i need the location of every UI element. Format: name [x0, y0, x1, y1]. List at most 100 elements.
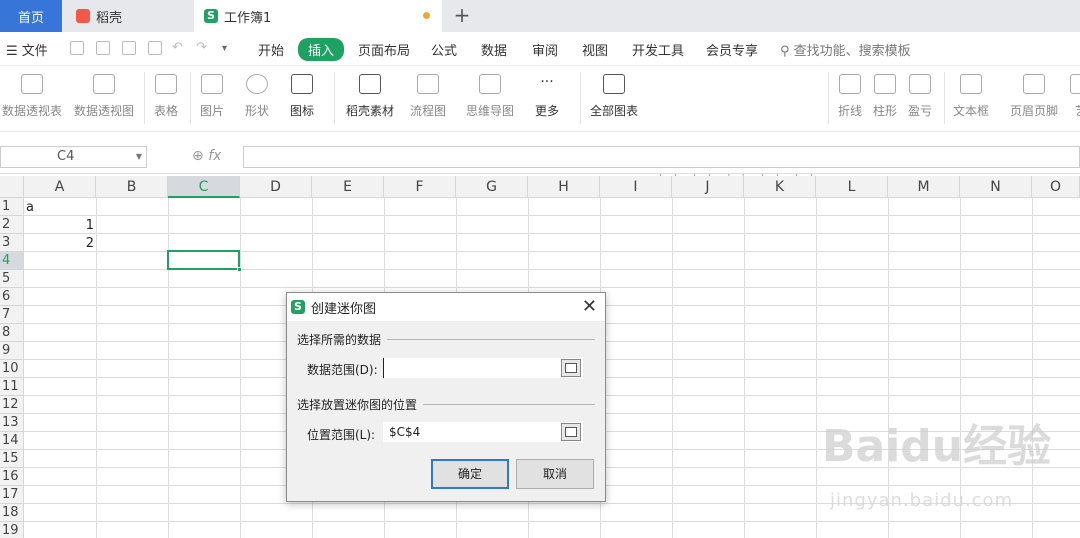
cancel-button[interactable]: 取消: [516, 459, 594, 489]
redo-icon[interactable]: ↷: [196, 40, 207, 55]
menu-item-page-layout[interactable]: 页面布局: [358, 40, 410, 59]
cell-a3[interactable]: 2: [26, 235, 94, 253]
row-header-15[interactable]: 15: [0, 450, 24, 468]
column-header-k[interactable]: K: [744, 176, 816, 198]
menu-item-start[interactable]: 开始: [258, 40, 284, 59]
row-header-9[interactable]: 9: [0, 342, 24, 360]
menu-item-review[interactable]: 审阅: [532, 40, 558, 59]
quick-access-dropdown-icon[interactable]: ▾: [222, 43, 227, 54]
select-all-corner[interactable]: [0, 176, 24, 198]
row-header-5[interactable]: 5: [0, 270, 24, 288]
mindmap-icon: [479, 74, 501, 94]
column-header-h[interactable]: H: [528, 176, 600, 198]
gridline: [24, 521, 1080, 522]
shape-button[interactable]: 形状: [245, 70, 269, 119]
close-icon[interactable]: ✕: [582, 296, 597, 317]
column-header-b[interactable]: B: [96, 176, 168, 198]
column-header-j[interactable]: J: [672, 176, 744, 198]
row-header-2[interactable]: 2: [0, 216, 24, 234]
column-header-d[interactable]: D: [240, 176, 312, 198]
feature-search[interactable]: ⚲ 查找功能、搜索模板: [780, 40, 911, 59]
column-header-m[interactable]: M: [888, 176, 960, 198]
column-header-g[interactable]: G: [456, 176, 528, 198]
active-cell-c4[interactable]: [167, 250, 242, 272]
export-icon[interactable]: [96, 41, 110, 55]
row-header-18[interactable]: 18: [0, 504, 24, 522]
row-header-19[interactable]: 19: [0, 522, 24, 538]
fill-handle[interactable]: [237, 267, 242, 272]
tab-home[interactable]: 首页: [0, 0, 62, 32]
row-header-7[interactable]: 7: [0, 306, 24, 324]
formula-input[interactable]: [243, 146, 1080, 168]
row-header-4[interactable]: 4: [0, 252, 24, 270]
all-charts-button[interactable]: 全部图表: [590, 70, 638, 119]
tab-workbook[interactable]: S 工作簿1: [194, 0, 442, 32]
name-box-dropdown-icon[interactable]: ▼: [136, 147, 142, 167]
location-range-input[interactable]: $C$4: [383, 422, 583, 442]
cell-a1[interactable]: a: [26, 199, 34, 217]
new-tab-button[interactable]: +: [450, 3, 474, 27]
sparkline-column-button[interactable]: 柱形: [873, 70, 897, 119]
preview-icon[interactable]: [148, 41, 162, 55]
menu-item-developer[interactable]: 开发工具: [632, 40, 684, 59]
row-header-16[interactable]: 16: [0, 468, 24, 486]
dialog-titlebar: S 创建迷你图: [287, 293, 605, 321]
pivot-chart-button[interactable]: 数据透视图: [74, 70, 134, 119]
art-text-button[interactable]: 艺: [1070, 70, 1080, 119]
header-footer-button[interactable]: 页眉页脚: [1010, 70, 1058, 119]
sparkline-winloss-button[interactable]: 盈亏: [908, 70, 932, 119]
table-button[interactable]: 表格: [154, 70, 178, 119]
range-picker-icon[interactable]: [561, 423, 581, 441]
column-header-n[interactable]: N: [960, 176, 1032, 198]
undo-icon[interactable]: ↶: [172, 40, 183, 55]
unsaved-dot: [423, 12, 430, 19]
table-icon: [155, 74, 177, 94]
row-header-17[interactable]: 17: [0, 486, 24, 504]
row-header-11[interactable]: 11: [0, 378, 24, 396]
row-header-1[interactable]: 1: [0, 198, 24, 216]
row-header-8[interactable]: 8: [0, 324, 24, 342]
menu-item-member[interactable]: 会员专享: [706, 40, 758, 59]
sparkline-line-button[interactable]: 折线: [838, 70, 862, 119]
tab-docer[interactable]: 稻壳: [66, 0, 192, 32]
column-header-l[interactable]: L: [816, 176, 888, 198]
column-header-c[interactable]: C: [168, 176, 240, 198]
row-header-13[interactable]: 13: [0, 414, 24, 432]
docer-material-button[interactable]: 稻壳素材: [346, 70, 394, 119]
column-header-e[interactable]: E: [312, 176, 384, 198]
row-header-3[interactable]: 3: [0, 234, 24, 252]
more-button[interactable]: ··· 更多: [535, 70, 559, 119]
more-icon: ···: [540, 74, 554, 90]
cell-a2[interactable]: 1: [26, 217, 94, 235]
range-picker-icon[interactable]: [561, 359, 581, 377]
column-header-o[interactable]: O: [1032, 176, 1080, 198]
row-header-6[interactable]: 6: [0, 288, 24, 306]
menu-item-view[interactable]: 视图: [582, 40, 608, 59]
flowchart-button[interactable]: 流程图: [410, 70, 446, 119]
baidu-watermark-url: jingyan.baidu.com: [830, 490, 1014, 511]
print-icon[interactable]: [122, 41, 136, 55]
gridline: [816, 198, 817, 538]
column-header-a[interactable]: A: [24, 176, 96, 198]
row-header-14[interactable]: 14: [0, 432, 24, 450]
menu-item-insert[interactable]: 插入: [298, 38, 345, 61]
fx-icon[interactable]: ⊕ fx: [192, 148, 221, 164]
textbox-button[interactable]: 文本框: [953, 70, 989, 119]
menu-item-formula[interactable]: 公式: [431, 40, 457, 59]
data-range-input[interactable]: [383, 358, 583, 378]
save-icon[interactable]: [70, 41, 84, 55]
ok-button[interactable]: 确定: [431, 459, 509, 489]
mindmap-button[interactable]: 思维导图: [466, 70, 514, 119]
column-header-i[interactable]: I: [600, 176, 672, 198]
menu-item-data[interactable]: 数据: [481, 40, 507, 59]
column-header-f[interactable]: F: [384, 176, 456, 198]
gridline: [1032, 198, 1033, 538]
gridline: [96, 198, 97, 538]
icon-library-button[interactable]: 图标: [290, 70, 314, 119]
row-header-10[interactable]: 10: [0, 360, 24, 378]
picture-button[interactable]: 图片: [200, 70, 224, 119]
row-header-12[interactable]: 12: [0, 396, 24, 414]
name-box[interactable]: C4 ▼: [0, 146, 147, 168]
file-menu[interactable]: ☰ 文件: [6, 40, 48, 59]
pivot-table-button[interactable]: 数据透视表: [2, 70, 62, 119]
